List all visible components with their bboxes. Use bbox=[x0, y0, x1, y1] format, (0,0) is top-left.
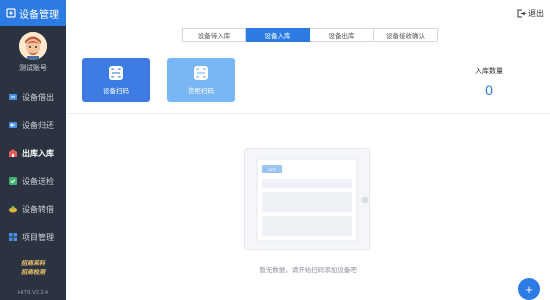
sidebar-item-device-lend[interactable]: 设备借出 bbox=[0, 83, 66, 111]
inbound-count-label: 入库数量 bbox=[475, 68, 503, 75]
logo-line-2: 招商检测 bbox=[20, 270, 45, 276]
empty-state-illustration: OFF bbox=[244, 148, 370, 250]
exit-button[interactable]: 退出 bbox=[517, 8, 544, 19]
inbound-count-value: 0 bbox=[485, 82, 493, 98]
sidebar-item-inspection[interactable]: 设备送检 bbox=[0, 167, 66, 195]
account-name: 测试账号 bbox=[19, 65, 47, 72]
sidebar-item-label: 设备归还 bbox=[22, 120, 54, 130]
sidebar-item-project[interactable]: 项目管理 bbox=[0, 223, 66, 251]
scan-device-button[interactable]: 设备扫码 bbox=[82, 58, 150, 102]
sidebar-item-label: 出库入库 bbox=[22, 148, 54, 158]
exit-label: 退出 bbox=[528, 9, 544, 18]
sidebar: 设备管理 测试账号 设备借出 设备归还 出库入库 设备送检 设备转借 项目管理 … bbox=[0, 0, 66, 300]
tab-outbound[interactable]: 设备出库 bbox=[310, 28, 374, 42]
project-grid-icon bbox=[8, 232, 18, 242]
transfer-icon bbox=[8, 204, 18, 214]
scan-shelf-button[interactable]: 货柜扫码 bbox=[167, 58, 235, 102]
empty-state-badge: OFF bbox=[268, 167, 277, 172]
sidebar-item-device-return[interactable]: 设备归还 bbox=[0, 111, 66, 139]
sidebar-nav: 设备借出 设备归还 出库入库 设备送检 设备转借 项目管理 bbox=[0, 83, 66, 251]
company-logo: 招商采科 招商检测 bbox=[0, 260, 66, 278]
scan-shelf-label: 货柜扫码 bbox=[188, 88, 214, 95]
add-button[interactable]: + bbox=[518, 278, 540, 300]
scan-icon bbox=[193, 65, 209, 81]
tab-inbound[interactable]: 设备入库 bbox=[246, 28, 310, 42]
sidebar-item-label: 设备借出 bbox=[22, 92, 54, 102]
sidebar-item-label: 设备转借 bbox=[22, 204, 54, 214]
divider bbox=[66, 113, 550, 114]
app-title: 设备管理 bbox=[19, 9, 59, 21]
main-content: 退出 设备待入库 设备入库 设备出库 设备接收确认 设备扫码 货柜扫码 入库数量… bbox=[66, 0, 550, 300]
app-logo-icon bbox=[6, 8, 16, 18]
user-profile[interactable]: 测试账号 bbox=[0, 26, 66, 73]
scan-icon bbox=[108, 65, 124, 81]
device-lend-icon bbox=[8, 92, 18, 102]
tab-bar: 设备待入库 设备入库 设备出库 设备接收确认 bbox=[182, 28, 438, 42]
exit-icon bbox=[517, 9, 526, 18]
sidebar-item-warehouse[interactable]: 出库入库 bbox=[0, 139, 66, 167]
tab-receive-confirm[interactable]: 设备接收确认 bbox=[374, 28, 438, 42]
sidebar-item-label: 项目管理 bbox=[22, 232, 54, 242]
device-return-icon bbox=[8, 120, 18, 130]
inspection-icon bbox=[8, 176, 18, 186]
tab-pending-inbound[interactable]: 设备待入库 bbox=[182, 28, 246, 42]
sidebar-item-transfer[interactable]: 设备转借 bbox=[0, 195, 66, 223]
app-brand: 设备管理 bbox=[0, 0, 66, 26]
sidebar-item-label: 设备送检 bbox=[22, 176, 54, 186]
avatar[interactable] bbox=[19, 32, 47, 60]
app-version: HITS V2.3.4 bbox=[18, 290, 48, 296]
warehouse-icon bbox=[8, 148, 18, 158]
logo-line-1: 招商采科 bbox=[20, 261, 45, 267]
empty-state-message: 暂无数据，请开始扫码添加设备吧 bbox=[259, 267, 357, 274]
scan-device-label: 设备扫码 bbox=[103, 88, 129, 95]
